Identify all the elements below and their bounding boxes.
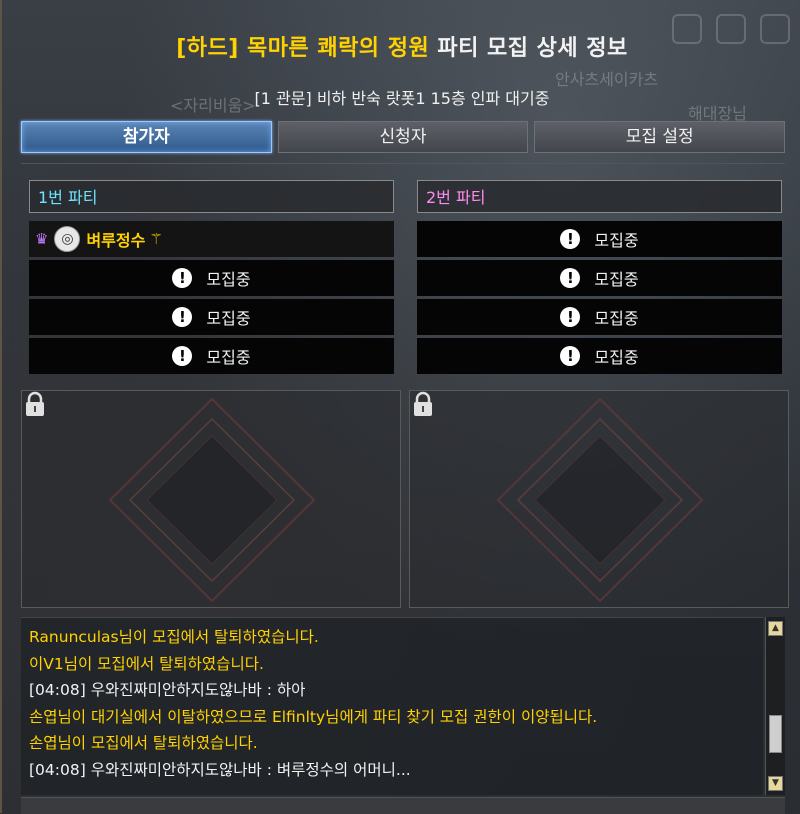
exclamation-icon: ! xyxy=(560,307,581,327)
exclamation-icon: ! xyxy=(560,268,581,288)
recruiting-slot[interactable]: ! 모집중 xyxy=(417,260,782,296)
slot-status: 모집중 xyxy=(594,270,639,289)
lock-icon xyxy=(414,391,432,416)
tab-applicants[interactable]: 신청자 xyxy=(277,121,529,153)
party-2: 2번 파티 ! 모집중 ! 모집중 ! 모집중 ! 모집중 xyxy=(417,180,782,377)
locked-party-area xyxy=(409,390,789,608)
member-name: 벼루정수 xyxy=(86,231,146,250)
scroll-down-button[interactable]: ▼ xyxy=(768,776,783,791)
diamond-emblem-icon xyxy=(496,397,704,603)
exclamation-icon: ! xyxy=(172,268,193,288)
chat-line: 손엽님이 모집에서 탈퇴하였습니다. xyxy=(29,734,258,752)
exclamation-icon: ! xyxy=(172,346,193,366)
chat-line: [04:08] 우와진짜미안하지도않나바 : 하아 xyxy=(29,681,306,699)
chat-line: 손엽님이 대기실에서 이탈하였으므로 Elfinlty님에게 파티 찾기 모집 … xyxy=(29,707,598,726)
tab-bar: 참가자 신청자 모집 설정 xyxy=(21,121,786,153)
tab-participants[interactable]: 참가자 xyxy=(21,121,272,153)
recruiting-slot[interactable]: ! 모집중 xyxy=(417,221,782,257)
exclamation-icon: ! xyxy=(172,307,193,327)
slot-status: 모집중 xyxy=(206,309,251,328)
party-2-header: 2번 파티 xyxy=(417,180,782,213)
exclamation-icon: ! xyxy=(560,346,581,366)
panel-title: [하드] 목마른 쾌락의 정원 파티 모집 상세 정보 xyxy=(2,30,800,62)
exclamation-icon: ! xyxy=(560,229,581,249)
party-recruit-detail-panel: [하드] 목마른 쾌락의 정원 파티 모집 상세 정보 [1 관문] 비하 반숙… xyxy=(0,0,800,814)
party-1: 1번 파티 ♛ ◎ 벼루정수 ⚚ ! 모집중 ! 모집중 ! 모집중 xyxy=(29,180,394,377)
chat-log[interactable]: Ranunculas님이 모집에서 탈퇴하였습니다. 이V1님이 모집에서 탈퇴… xyxy=(21,617,763,795)
raid-name: [하드] 목마른 쾌락의 정원 xyxy=(176,36,430,61)
support-class-icon: ⚚ xyxy=(149,230,163,248)
diamond-emblem-icon xyxy=(108,397,316,603)
slot-status: 모집중 xyxy=(594,309,639,328)
chat-scrollbar[interactable]: ▲ ▼ xyxy=(765,617,785,795)
scroll-up-button[interactable]: ▲ xyxy=(768,621,783,636)
locked-party-area xyxy=(21,390,401,608)
slot-status: 모집중 xyxy=(594,231,639,250)
recruit-description: [1 관문] 비하 반숙 랏폿1 15층 인파 대기중 xyxy=(254,89,550,108)
chat-line: Ranunculas님이 모집에서 탈퇴하였습니다. xyxy=(29,628,319,646)
slot-status: 모집중 xyxy=(594,348,639,367)
recruiting-slot[interactable]: ! 모집중 xyxy=(29,299,394,335)
recruiting-slot[interactable]: ! 모집중 xyxy=(417,299,782,335)
tab-recruit-settings[interactable]: 모집 설정 xyxy=(534,121,786,153)
lock-icon xyxy=(26,391,44,416)
recruiting-slot[interactable]: ! 모집중 xyxy=(29,338,394,374)
recruiting-slot[interactable]: ! 모집중 xyxy=(29,260,394,296)
panel-title-text: 파티 모집 상세 정보 xyxy=(437,36,628,61)
recruiting-slot[interactable]: ! 모집중 xyxy=(417,338,782,374)
chat-input-bar[interactable] xyxy=(21,797,785,814)
scroll-thumb[interactable] xyxy=(769,715,782,753)
party-member-slot[interactable]: ♛ ◎ 벼루정수 ⚚ xyxy=(29,221,394,257)
slot-status: 모집중 xyxy=(206,270,251,289)
divider xyxy=(21,163,785,164)
leader-crown-icon: ♛ xyxy=(35,230,49,248)
class-emblem-icon: ◎ xyxy=(54,226,81,252)
chat-line: 이V1님이 모집에서 탈퇴하였습니다. xyxy=(29,654,264,673)
party-1-header: 1번 파티 xyxy=(29,180,394,213)
slot-status: 모집중 xyxy=(206,348,251,367)
chat-line: [04:08] 우와진짜미안하지도않나바 : 벼루정수의 어머니... xyxy=(29,760,411,779)
